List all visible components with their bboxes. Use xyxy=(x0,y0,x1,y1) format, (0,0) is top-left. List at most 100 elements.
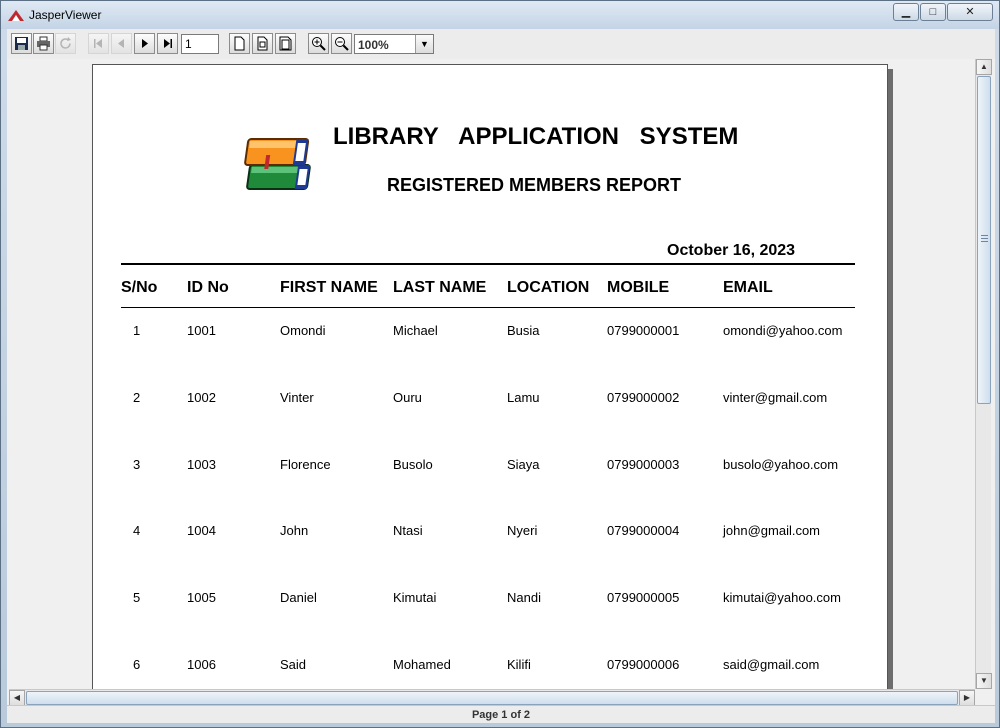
minimize-button[interactable]: ▁ xyxy=(893,3,919,21)
column-header-sno: S/No xyxy=(121,279,158,296)
cell-id: 1005 xyxy=(187,590,216,605)
zoom-value: 100% xyxy=(358,38,389,52)
header-bottom-rule xyxy=(121,307,855,308)
cell-email: busolo@yahoo.com xyxy=(723,457,839,472)
cell-location: Nyeri xyxy=(507,523,538,538)
scroll-up-icon[interactable]: ▲ xyxy=(976,59,992,75)
print-icon xyxy=(37,36,50,51)
cell-mobile: 0799000001 xyxy=(607,323,680,338)
last-page-icon xyxy=(164,39,172,48)
previous-page-icon xyxy=(118,39,124,48)
cell-last-name: Busolo xyxy=(393,457,433,472)
actual-size-button[interactable] xyxy=(229,33,250,54)
report-title: LIBRARY APPLICATION SYSTEM xyxy=(333,123,739,150)
vertical-scrollbar[interactable]: ▲ ▼ xyxy=(975,59,992,689)
books-logo-icon xyxy=(244,138,311,190)
next-page-button[interactable] xyxy=(134,33,155,54)
chevron-down-icon[interactable]: ▼ xyxy=(415,35,433,53)
cell-id: 1006 xyxy=(187,657,216,672)
cell-location: Lamu xyxy=(507,390,540,405)
print-button[interactable] xyxy=(33,33,54,54)
cell-location: Nandi xyxy=(507,590,541,605)
cell-first-name: Said xyxy=(280,657,307,672)
cell-sno: 6 xyxy=(133,657,141,672)
title-bar[interactable]: JasperViewer ▁ □ ✕ xyxy=(1,1,999,29)
save-icon xyxy=(15,37,28,50)
status-bar: Page 1 of 2 xyxy=(7,705,995,723)
cell-sno: 5 xyxy=(133,590,141,605)
page-status: Page 1 of 2 xyxy=(471,709,531,721)
cell-email: omondi@yahoo.com xyxy=(723,323,843,338)
cell-mobile: 0799000002 xyxy=(607,390,680,405)
report-subtitle: REGISTERED MEMBERS REPORT xyxy=(387,175,682,195)
zoom-in-icon xyxy=(312,37,326,51)
vertical-scroll-thumb[interactable] xyxy=(977,76,991,404)
column-header-email: EMAIL xyxy=(723,279,773,296)
maximize-button[interactable]: □ xyxy=(920,3,946,21)
column-header-id: ID No xyxy=(187,279,229,296)
fit-page-icon xyxy=(257,36,268,51)
reload-button[interactable] xyxy=(55,33,76,54)
actual-size-icon xyxy=(234,36,245,51)
scroll-right-icon[interactable]: ▶ xyxy=(959,690,975,706)
column-header-location: LOCATION xyxy=(507,279,590,296)
close-button[interactable]: ✕ xyxy=(947,3,993,21)
column-header-last-name: LAST NAME xyxy=(393,279,487,296)
cell-sno: 3 xyxy=(133,457,141,472)
cell-mobile: 0799000006 xyxy=(607,657,680,672)
cell-id: 1003 xyxy=(187,457,216,472)
report-page: LIBRARY APPLICATION SYSTEM REGISTERED ME… xyxy=(92,64,888,689)
column-header-first-name: FIRST NAME xyxy=(280,279,378,296)
cell-email: kimutai@yahoo.com xyxy=(723,590,841,605)
cell-email: john@gmail.com xyxy=(723,523,821,538)
cell-first-name: John xyxy=(280,523,309,538)
cell-first-name: Vinter xyxy=(280,390,314,405)
cell-last-name: Ntasi xyxy=(393,523,423,538)
page-number-input[interactable] xyxy=(181,34,219,54)
cell-first-name: Daniel xyxy=(280,590,317,605)
zoom-out-button[interactable] xyxy=(331,33,352,54)
cell-id: 1004 xyxy=(187,523,216,538)
cell-location: Siaya xyxy=(507,457,540,472)
cell-location: Busia xyxy=(507,323,540,338)
fit-page-button[interactable] xyxy=(252,33,273,54)
cell-email: vinter@gmail.com xyxy=(723,390,828,405)
cell-location: Kilifi xyxy=(507,657,531,672)
reload-icon xyxy=(60,37,71,49)
scroll-left-icon[interactable]: ◀ xyxy=(9,690,25,706)
cell-last-name: Kimutai xyxy=(393,590,437,605)
previous-page-button[interactable] xyxy=(111,33,132,54)
last-page-button[interactable] xyxy=(157,33,178,54)
cell-mobile: 0799000004 xyxy=(607,523,680,538)
jasper-app-icon xyxy=(8,10,24,21)
zoom-out-icon xyxy=(335,37,349,51)
horizontal-scroll-thumb[interactable] xyxy=(26,691,958,705)
cell-sno: 2 xyxy=(133,390,141,405)
cell-mobile: 0799000005 xyxy=(607,590,680,605)
jasper-viewer-window: JasperViewer ▁ □ ✕ 1 100% ▼ LIBRARY APPL… xyxy=(0,0,1000,728)
column-header-mobile: MOBILE xyxy=(607,279,670,296)
header-top-rule xyxy=(121,263,855,265)
grip-icon xyxy=(981,235,988,242)
cell-first-name: Omondi xyxy=(280,323,326,338)
fit-width-button[interactable] xyxy=(275,33,296,54)
cell-last-name: Ouru xyxy=(393,390,422,405)
save-button[interactable] xyxy=(11,33,32,54)
cell-sno: 4 xyxy=(133,523,141,538)
cell-sno: 1 xyxy=(133,323,141,338)
report-viewport[interactable]: LIBRARY APPLICATION SYSTEM REGISTERED ME… xyxy=(9,59,975,689)
report-date: October 16, 2023 xyxy=(667,242,796,259)
fit-width-icon xyxy=(279,36,292,51)
cell-first-name: Florence xyxy=(280,457,331,472)
cell-email: said@gmail.com xyxy=(723,657,820,672)
first-page-button[interactable] xyxy=(88,33,109,54)
toolbar: 100% ▼ xyxy=(7,29,995,59)
zoom-select[interactable]: 100% ▼ xyxy=(354,34,434,54)
cell-id: 1001 xyxy=(187,323,216,338)
horizontal-scrollbar[interactable]: ◀ ▶ xyxy=(9,689,975,706)
window-title: JasperViewer xyxy=(29,8,102,22)
scroll-down-icon[interactable]: ▼ xyxy=(976,673,992,689)
zoom-in-button[interactable] xyxy=(308,33,329,54)
next-page-icon xyxy=(142,39,148,48)
cell-id: 1002 xyxy=(187,390,216,405)
